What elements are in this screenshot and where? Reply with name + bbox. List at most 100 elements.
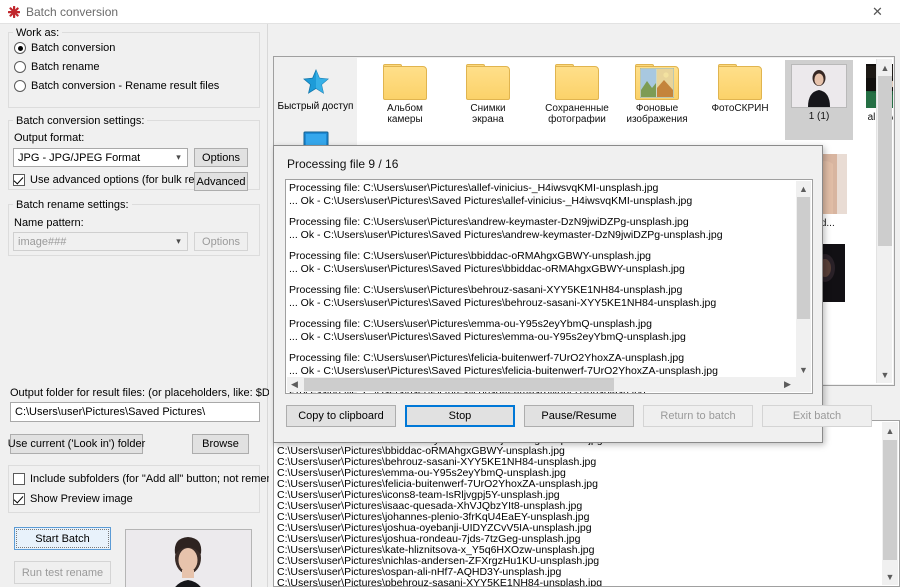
scroll-up-icon[interactable]: ▲ — [882, 422, 898, 439]
batch-conversion-window: Batch conversion ✕ Work as: Batch conver… — [0, 0, 900, 587]
show-preview-checkbox[interactable]: Show Preview image — [13, 493, 133, 505]
return-to-batch-button[interactable]: Return to batch — [643, 405, 753, 427]
window-title: Batch conversion — [26, 5, 118, 19]
log-line-blank — [289, 242, 794, 250]
app-icon — [7, 5, 21, 19]
list-item-label-line2: изображения — [623, 114, 691, 125]
run-test-rename-button[interactable]: Run test rename — [14, 561, 111, 584]
folder-icon — [383, 64, 427, 100]
chevron-down-icon: ▾ — [170, 149, 187, 166]
list-item-label: Фоновые — [623, 103, 691, 114]
radio-label: Batch conversion - Rename result files — [31, 80, 219, 92]
name-pattern-value: image### — [18, 236, 66, 248]
folder-icon — [466, 64, 510, 100]
radio-indicator — [14, 42, 26, 54]
folder-icon — [718, 64, 762, 100]
place-quick-access[interactable]: Быстрый доступ — [275, 66, 356, 112]
list-item[interactable]: Альбом камеры — [371, 64, 439, 125]
output-folder-input[interactable]: C:\Users\user\Pictures\Saved Pictures\ — [10, 402, 260, 422]
thumbnail-image — [791, 64, 847, 108]
scroll-left-icon[interactable]: ◀ — [287, 377, 302, 392]
log-line: ... Ok - C:\Users\user\Pictures\Saved Pi… — [289, 331, 794, 344]
quick-access-star-icon — [275, 66, 356, 101]
show-preview-label: Show Preview image — [30, 493, 133, 505]
list-item-label-line2: камеры — [371, 114, 439, 125]
output-format-label: Output format: — [14, 132, 84, 144]
log-line-blank — [289, 344, 794, 352]
log-line: ... Ok - C:\Users\user\Pictures\Saved Pi… — [289, 297, 794, 310]
log-horizontal-scrollbar[interactable]: ◀ ▶ — [287, 377, 811, 392]
log-line: ... Ok - C:\Users\user\Pictures\Saved Pi… — [289, 229, 794, 242]
log-line: Processing file: C:\Users\user\Pictures\… — [289, 250, 794, 263]
scrollbar-thumb[interactable] — [797, 197, 810, 319]
place-label: Быстрый доступ — [275, 101, 356, 112]
output-format-combo[interactable]: JPG - JPG/JPEG Format ▾ — [13, 148, 188, 167]
list-item[interactable]: ФотоСКРИН — [700, 64, 780, 114]
progress-title: Processing file 9 / 16 — [287, 157, 398, 171]
scrollbar-track[interactable] — [877, 76, 892, 366]
output-folder-value: C:\Users\user\Pictures\Saved Pictures\ — [15, 406, 205, 418]
rename-options-button[interactable]: Options — [194, 232, 248, 251]
start-batch-button[interactable]: Start Batch — [14, 527, 111, 550]
exit-batch-button[interactable]: Exit batch — [762, 405, 872, 427]
log-vertical-scrollbar[interactable]: ▲ ▼ — [796, 181, 811, 377]
scrollbar-thumb[interactable] — [878, 76, 892, 246]
list-item[interactable]: Снимки экрана — [454, 64, 522, 125]
folder-pictures-icon — [635, 64, 679, 100]
list-item[interactable]: Сохраненные фотографии — [534, 64, 620, 125]
log-line-blank — [289, 276, 794, 284]
radio-batch-rename[interactable]: Batch rename — [14, 61, 99, 73]
stop-button[interactable]: Stop — [405, 405, 515, 427]
log-line: Processing file: C:\Users\user\Pictures\… — [289, 352, 794, 365]
browse-button[interactable]: Browse — [192, 434, 249, 454]
scrollbar-thumb[interactable] — [883, 440, 897, 560]
scroll-down-icon[interactable]: ▼ — [877, 366, 893, 383]
log-line: Processing file: C:\Users\user\Pictures\… — [289, 182, 794, 195]
close-icon[interactable]: ✕ — [855, 0, 900, 24]
checkbox-indicator — [13, 493, 25, 505]
pause-resume-button[interactable]: Pause/Resume — [524, 405, 634, 427]
advanced-button[interactable]: Advanced — [194, 172, 248, 191]
list-item-label: Сохраненные — [534, 103, 620, 114]
preview-image — [125, 529, 252, 587]
input-file-list[interactable]: C:\Users\user\Pictures\allef-vinicius-_H… — [273, 420, 900, 587]
scroll-right-icon[interactable]: ▶ — [780, 377, 795, 392]
scroll-up-icon[interactable]: ▲ — [796, 181, 811, 196]
scroll-down-icon[interactable]: ▼ — [882, 568, 898, 585]
checkbox-indicator — [13, 174, 25, 186]
folder-icon — [555, 64, 599, 100]
radio-batch-conversion-rename[interactable]: Batch conversion - Rename result files — [14, 80, 219, 92]
checkbox-indicator — [13, 473, 25, 485]
list-item-label-line2: экрана — [454, 114, 522, 125]
chevron-down-icon: ▾ — [170, 233, 187, 250]
list-item[interactable]: Фоновые изображения — [623, 64, 691, 125]
log-line: Processing file: C:\Users\user\Pictures\… — [289, 216, 794, 229]
log-line-blank — [289, 310, 794, 318]
copy-to-clipboard-button[interactable]: Copy to clipboard — [286, 405, 396, 427]
input-list-scrollbar[interactable]: ▲ ▼ — [882, 422, 898, 585]
list-item[interactable]: 1 (1) — [785, 60, 853, 140]
output-folder-label: Output folder for result files: (or plac… — [10, 387, 274, 399]
list-item-label: Снимки — [454, 103, 522, 114]
radio-batch-conversion[interactable]: Batch conversion — [14, 42, 115, 54]
scrollbar-thumb[interactable] — [304, 378, 614, 391]
progress-log[interactable]: Processing file: C:\Users\user\Pictures\… — [285, 179, 813, 394]
format-options-button[interactable]: Options — [194, 148, 248, 167]
use-current-folder-button[interactable]: Use current ('Look in') folder — [10, 434, 143, 454]
scroll-up-icon[interactable]: ▲ — [877, 59, 893, 76]
list-item[interactable]: C:\Users\user\Pictures\pbehrouz-sasani-X… — [277, 577, 602, 587]
progress-dialog: Processing file 9 / 16 Processing file: … — [273, 145, 823, 443]
list-item-label: ФотоСКРИН — [700, 103, 780, 114]
title-bar: Batch conversion ✕ — [0, 0, 900, 24]
list-item-label: Альбом — [371, 103, 439, 114]
name-pattern-combo[interactable]: image### ▾ — [13, 232, 188, 251]
log-line: Processing file: C:\Users\user\Pictures\… — [289, 284, 794, 297]
radio-indicator — [14, 61, 26, 73]
settings-panel: Work as: Batch conversion Batch rename B… — [0, 24, 268, 587]
log-line-blank — [289, 208, 794, 216]
work-as-legend: Work as: — [13, 27, 62, 39]
radio-label: Batch conversion — [31, 42, 115, 54]
include-subfolders-checkbox[interactable]: Include subfolders (for "Add all" button… — [13, 473, 307, 485]
file-list-scrollbar[interactable]: ▲ ▼ — [876, 59, 892, 383]
scroll-down-icon[interactable]: ▼ — [796, 362, 811, 377]
